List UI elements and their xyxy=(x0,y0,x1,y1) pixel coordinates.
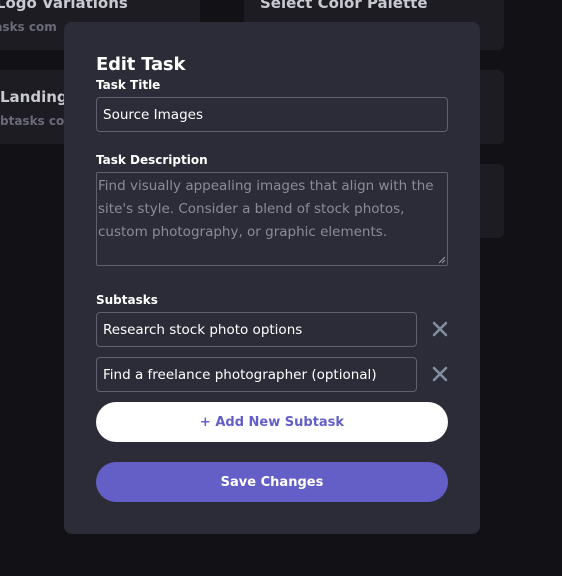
close-icon xyxy=(432,366,448,382)
modal-title: Edit Task xyxy=(96,54,186,75)
task-description-text: Find visually appealing images that alig… xyxy=(98,178,434,240)
remove-subtask-button[interactable] xyxy=(430,319,450,339)
background-task-title: n Logo Variations xyxy=(0,0,128,12)
subtask-input[interactable]: Research stock photo options xyxy=(96,312,417,347)
add-subtask-button[interactable]: + Add New Subtask xyxy=(96,402,448,442)
subtask-input[interactable]: Find a freelance photographer (optional) xyxy=(96,357,417,392)
edit-task-modal: Edit Task Task Title Source Images Task … xyxy=(64,22,480,534)
remove-subtask-button[interactable] xyxy=(430,364,450,384)
task-description-textarea[interactable]: Find visually appealing images that alig… xyxy=(96,172,448,266)
background-task-title: Select Color Palette xyxy=(260,0,428,12)
save-changes-button[interactable]: Save Changes xyxy=(96,462,448,502)
subtasks-label: Subtasks xyxy=(96,293,158,307)
task-title-label: Task Title xyxy=(96,78,161,92)
resize-grip-icon[interactable] xyxy=(438,256,446,264)
task-title-input[interactable]: Source Images xyxy=(96,97,448,132)
task-description-label: Task Description xyxy=(96,153,208,167)
page: n Logo Variations btasks com Select Colo… xyxy=(0,0,562,576)
background-task-subtitle: btasks com xyxy=(0,20,57,34)
close-icon xyxy=(432,321,448,337)
